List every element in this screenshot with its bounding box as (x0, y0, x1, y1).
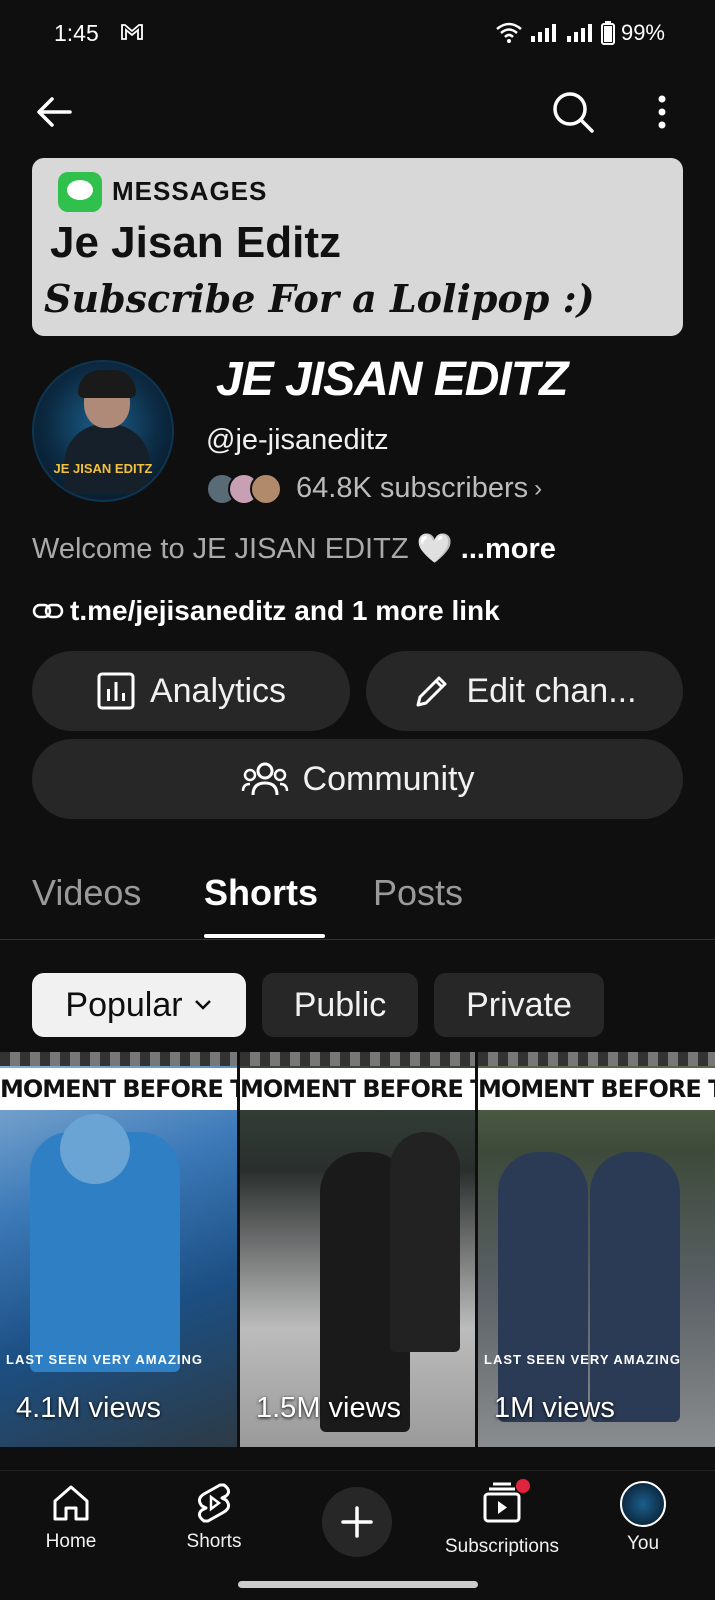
link-main[interactable]: t.me/jejisaneditz (70, 595, 286, 627)
edit-channel-button[interactable]: Edit chan... (366, 651, 683, 731)
channel-handle: @je-jisaneditz (206, 424, 389, 456)
channel-tabs: Videos Shorts Posts (0, 860, 715, 940)
channel-links[interactable]: t.me/jejisaneditz and 1 more link (32, 595, 500, 627)
analytics-icon (97, 672, 135, 710)
short-caption: MOMENT BEFORE TWIST (0, 1068, 237, 1110)
home-icon (53, 1485, 89, 1521)
description-text: Welcome to JE JISAN EDITZ (32, 533, 409, 565)
short-caption: MOMENT BEFORE TWIST (240, 1068, 475, 1110)
nav-subscriptions-label: Subscriptions (444, 1536, 560, 1557)
short-views: 1M views (494, 1392, 615, 1424)
subscriber-count: 64.8K subscribers (296, 472, 529, 504)
banner-messages-label: MESSAGES (112, 176, 268, 206)
short-views: 1.5M views (256, 1392, 402, 1424)
subscriber-avatars (206, 472, 282, 505)
create-button[interactable] (322, 1487, 392, 1557)
short-figure (390, 1132, 460, 1352)
people-icon (241, 762, 288, 796)
channel-banner: MESSAGES Je Jisan Editz Subscribe For a … (32, 158, 683, 336)
messages-app-icon (58, 172, 102, 212)
community-button[interactable]: Community (32, 739, 683, 819)
avatar-text: JE JISAN EDITZ (53, 461, 153, 476)
nav-subscriptions[interactable]: Subscriptions (437, 1479, 567, 1558)
battery-percent: 99% (620, 20, 665, 45)
short-thumbnail[interactable]: MOMENT BEFORE TWIST LAST SEEN VERY AMAZI… (478, 1052, 715, 1447)
edit-channel-label: Edit chan... (466, 671, 637, 710)
more-options-button[interactable] (647, 86, 677, 138)
signal-icon (529, 23, 559, 43)
channel-description[interactable]: Welcome to JE JISAN EDITZ 🤍 ...more (32, 532, 556, 566)
arrow-left-icon (37, 97, 72, 127)
wifi-icon (495, 22, 523, 44)
subscriber-avatar (250, 472, 282, 505)
status-time: 1:45 (54, 20, 99, 46)
signal-icon-2 (565, 23, 595, 43)
plus-icon (341, 1506, 373, 1538)
nav-you-label: You (626, 1533, 660, 1554)
link-more[interactable]: and 1 more link (294, 595, 499, 627)
home-indicator[interactable] (238, 1581, 478, 1588)
chip-public[interactable]: Public (262, 973, 418, 1037)
nav-shorts-label: Shorts (186, 1531, 242, 1552)
you-avatar (620, 1481, 666, 1527)
chevron-right-icon: › (534, 474, 543, 502)
shorts-icon (197, 1483, 231, 1523)
chevron-down-icon (194, 1000, 211, 1010)
heart-icon: 🤍 (416, 533, 461, 565)
shorts-grid: MOMENT BEFORE TWIST LAST SEEN VERY AMAZI… (0, 1052, 715, 1447)
analytics-button[interactable]: Analytics (32, 651, 350, 731)
channel-name: JE JISAN EDITZ (216, 353, 568, 406)
active-tab-indicator (204, 934, 325, 938)
search-icon (553, 92, 594, 133)
short-figure (498, 1152, 588, 1422)
community-label: Community (302, 759, 475, 798)
link-icon (32, 603, 64, 619)
chip-popular-label: Popular (65, 985, 183, 1024)
tab-videos[interactable]: Videos (32, 872, 141, 914)
nav-shorts[interactable]: Shorts (149, 1481, 279, 1553)
search-button[interactable] (547, 86, 599, 138)
chip-private[interactable]: Private (434, 973, 604, 1037)
analytics-label: Analytics (149, 671, 287, 710)
tab-shorts[interactable]: Shorts (204, 872, 318, 914)
tab-posts[interactable]: Posts (373, 872, 463, 914)
nav-you[interactable]: You (578, 1481, 708, 1555)
banner-title: Je Jisan Editz (50, 218, 342, 267)
nav-home[interactable]: Home (6, 1481, 136, 1553)
description-more[interactable]: ...more (461, 533, 556, 565)
nav-home-label: Home (45, 1531, 97, 1552)
subscribers-row[interactable]: 64.8K subscribers › (206, 472, 542, 505)
gmail-icon (120, 22, 144, 47)
short-views: 4.1M views (16, 1392, 162, 1424)
status-bar: 1:45 99% (0, 0, 715, 66)
short-thumbnail[interactable]: MOMENT BEFORE TWIST LAST SEEN VERY AMAZI… (0, 1052, 237, 1447)
channel-avatar[interactable]: JE JISAN EDITZ (32, 360, 174, 502)
battery-icon (600, 21, 615, 45)
short-figure (590, 1152, 680, 1422)
short-thumbnail[interactable]: MOMENT BEFORE TWIST 1.5M views (240, 1052, 475, 1447)
chip-popular[interactable]: Popular (32, 973, 246, 1037)
short-overlay-text: LAST SEEN VERY AMAZING (484, 1352, 682, 1367)
short-figure-head (60, 1114, 130, 1184)
back-button[interactable] (30, 88, 78, 136)
banner-subtitle: Subscribe For a Lolipop :) (44, 276, 595, 321)
pencil-icon (416, 676, 447, 707)
more-vertical-icon (658, 95, 666, 129)
short-overlay-text: LAST SEEN VERY AMAZING (6, 1352, 204, 1367)
short-caption: MOMENT BEFORE TWIST (478, 1068, 715, 1110)
top-app-bar (0, 80, 715, 140)
notification-badge (516, 1479, 530, 1493)
